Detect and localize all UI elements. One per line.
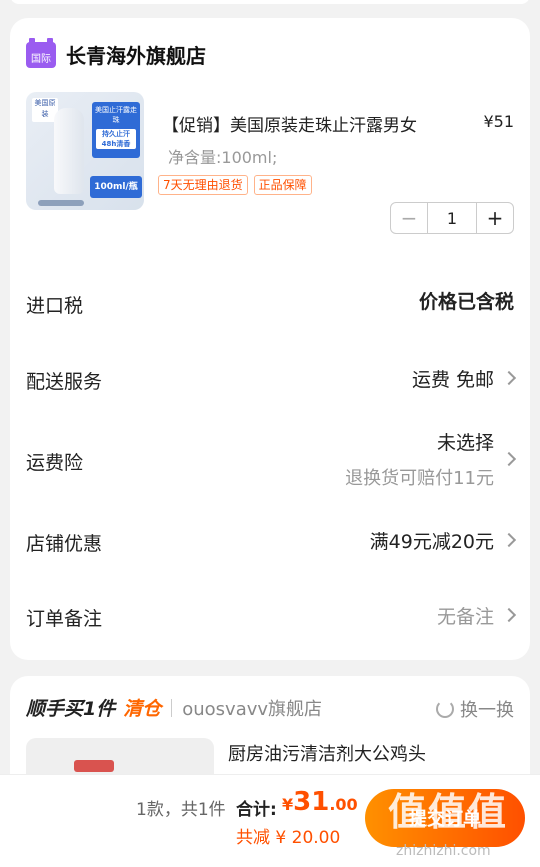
product-image-panel-line2: 持久止汗 48h清香: [96, 129, 136, 149]
shipping-insurance-label: 运费险: [26, 452, 84, 474]
addon-store-name[interactable]: ouosvavv旗舰店: [182, 695, 322, 721]
total-amount: ¥31.00: [282, 787, 358, 817]
order-note-value[interactable]: 无备注: [437, 602, 494, 629]
import-tax-value: 价格已含税: [418, 291, 514, 313]
quantity-stepper: − 1 +: [390, 202, 514, 234]
product-price: ¥51: [483, 112, 514, 131]
swap-button[interactable]: 换一换: [436, 696, 514, 722]
shipping-insurance-sub: 退换货可赔付11元: [345, 468, 494, 489]
increase-quantity-button[interactable]: +: [477, 203, 513, 233]
shipping-label: 配送服务: [26, 371, 103, 393]
order-note-label: 订单备注: [26, 608, 103, 630]
total-currency: ¥: [282, 795, 294, 814]
tmall-global-badge-text: 国际: [31, 53, 51, 65]
product-title[interactable]: 【促销】美国原装走珠止汗露男女: [162, 111, 472, 136]
total-integer: 31: [293, 787, 330, 817]
total-saved: 共减 ¥ 20.00: [236, 828, 341, 848]
shipping-chevron-icon[interactable]: [501, 370, 517, 386]
shipping-insurance-value[interactable]: 未选择: [437, 428, 494, 455]
product-spec[interactable]: 净含量:100ml;: [168, 144, 277, 168]
store-name[interactable]: 长青海外旗舰店: [66, 40, 206, 69]
refresh-icon: [436, 700, 454, 718]
decrease-quantity-button[interactable]: −: [391, 203, 427, 233]
tag-return: 7天无理由退货: [158, 175, 248, 195]
swap-label: 换一换: [460, 700, 514, 721]
product-image-panel: 美国止汗露走珠 持久止汗 48h清香: [92, 102, 140, 158]
store-order-card: 国际 长青海外旗舰店 美国原装 美国止汗露走珠 持久止汗 48h清香 100ml…: [10, 18, 530, 660]
note-chevron-icon[interactable]: [501, 607, 517, 623]
store-discount-label: 店铺优惠: [26, 533, 103, 555]
bottle-graphic: [54, 108, 84, 194]
addon-clearance: 清仓: [123, 698, 162, 720]
discount-chevron-icon[interactable]: [501, 532, 517, 548]
watermark: 值值值: [388, 790, 509, 834]
product-image-panel-line1: 美国止汗露走珠: [95, 106, 137, 124]
store-header[interactable]: 国际 长青海外旗舰店: [26, 37, 206, 69]
addon-header: 顺手买1件 清仓 ouosvavv旗舰店: [26, 694, 322, 721]
product-image[interactable]: 美国原装 美国止汗露走珠 持久止汗 48h清香 100ml/瓶: [26, 92, 144, 210]
item-count: 1款，共1件: [136, 800, 226, 820]
product-image-footnote: [38, 200, 84, 206]
total-decimal: .00: [329, 795, 358, 814]
addon-product-name[interactable]: 厨房油污清洁剂大公鸡头: [228, 740, 426, 766]
total-label: 合计:: [236, 800, 277, 820]
previous-card: [10, 0, 530, 4]
shipping-value[interactable]: 运费 免邮: [412, 365, 494, 392]
product-image-size: 100ml/瓶: [90, 176, 142, 198]
addon-title: 顺手买1件: [26, 698, 116, 720]
quantity-input[interactable]: 1: [427, 203, 477, 233]
import-tax-label: 进口税: [26, 295, 84, 317]
product-tags: 7天无理由退货 正品保障: [158, 175, 312, 195]
store-discount-value[interactable]: 满49元减20元: [370, 527, 494, 554]
insurance-chevron-icon[interactable]: [501, 451, 517, 467]
tmall-global-icon: 国际: [26, 37, 56, 68]
addon-divider: [171, 698, 173, 717]
watermark-url: zhizhizhi.com: [396, 843, 491, 859]
tag-genuine: 正品保障: [253, 175, 312, 195]
